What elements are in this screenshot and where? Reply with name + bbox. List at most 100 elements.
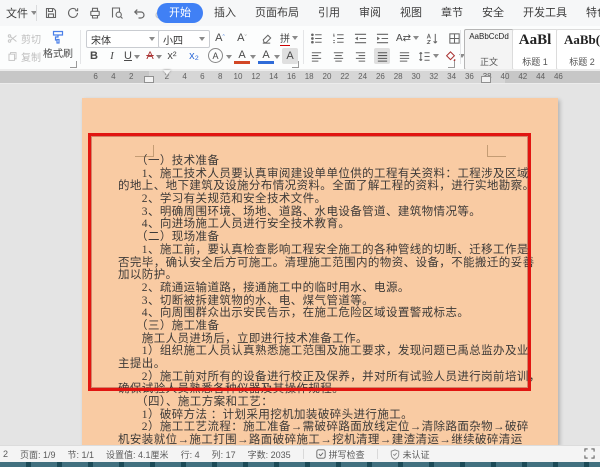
copy-button[interactable]: 复制: [7, 49, 41, 64]
chevron-down-icon[interactable]: [134, 55, 140, 59]
ruler-number: 4: [178, 72, 192, 82]
cut-button[interactable]: 剪切: [7, 31, 41, 46]
status-item: 节: 1/1: [68, 448, 95, 461]
tab-references[interactable]: 引用: [310, 3, 348, 23]
first-line-indent-marker[interactable]: [163, 70, 171, 75]
style-heading1[interactable]: AaBl 标题 1: [512, 29, 558, 70]
decrease-indent-button[interactable]: [352, 30, 368, 46]
tab-dev-tools[interactable]: 开发工具: [515, 3, 575, 23]
fullscreen-icon[interactable]: [584, 448, 595, 459]
italic-button[interactable]: I: [104, 48, 120, 64]
divider: [36, 5, 37, 21]
undo-icon[interactable]: [130, 4, 148, 22]
text-direction-button[interactable]: A⇄: [396, 30, 419, 46]
ruler-number: 40: [498, 72, 512, 82]
line-spacing-icon: [418, 50, 431, 63]
document-page[interactable]: （一）技术准备 1、施工技术人员要认真审阅建设单单位供的工程有关资料：工程涉及区…: [82, 98, 558, 445]
shrink-font-button[interactable]: Aˇ: [234, 30, 250, 46]
bullet-list-button[interactable]: [308, 30, 324, 46]
print-icon[interactable]: [86, 4, 104, 22]
bullet-list-icon: [310, 32, 323, 45]
format-painter-button[interactable]: 格式刷: [38, 29, 78, 60]
clipboard-dialog-launcher-icon[interactable]: [70, 61, 77, 68]
tab-special-features[interactable]: 特色应用: [578, 3, 600, 23]
pinyin-guide-button[interactable]: 拼: [280, 30, 298, 46]
chevron-down-icon[interactable]: [226, 55, 232, 59]
file-menu-label: 文件: [6, 5, 28, 21]
eraser-icon: [260, 32, 273, 45]
certification-status[interactable]: 未认证: [390, 448, 430, 461]
ruler-number: 6: [89, 72, 103, 82]
left-indent-marker[interactable]: [144, 76, 154, 83]
grow-font-button[interactable]: Aˆ: [212, 30, 228, 46]
chevron-down-icon: [292, 36, 298, 40]
horizontal-ruler[interactable]: 6422468101214161820222426283032343638404…: [0, 69, 600, 84]
divider: [303, 449, 304, 459]
ruler-number: 4: [106, 72, 120, 82]
scissors-icon: [7, 33, 18, 44]
font-size-select[interactable]: 小四: [158, 30, 210, 48]
chevron-down-icon[interactable]: [250, 55, 256, 59]
paragraph-dialog-launcher-icon[interactable]: [448, 61, 455, 68]
format-painter-label: 格式刷: [38, 45, 78, 60]
status-item: 页面: 1/9: [20, 448, 56, 461]
align-left-button[interactable]: [308, 48, 324, 64]
tab-security[interactable]: 安全: [474, 3, 512, 23]
export-pdf-icon[interactable]: [64, 4, 82, 22]
divider: [303, 30, 304, 64]
tab-insert[interactable]: 插入: [206, 3, 244, 23]
tab-page-layout[interactable]: 页面布局: [247, 3, 307, 23]
ruler-number: 6: [195, 72, 209, 82]
chevron-down-icon: [199, 37, 205, 41]
justify-button[interactable]: [374, 48, 390, 64]
style-label: 标题 1: [522, 55, 548, 68]
red-annotation-rectangle[interactable]: [88, 133, 531, 391]
chevron-down-icon[interactable]: [156, 55, 162, 59]
clear-format-button[interactable]: [258, 30, 274, 46]
font-family-select[interactable]: 宋体: [86, 30, 160, 48]
spellcheck-button[interactable]: 拼写检查: [316, 448, 365, 461]
subscript-button[interactable]: x₂: [186, 48, 202, 64]
certification-shield-icon: [390, 449, 400, 460]
subscript-glyph: x₂: [189, 50, 199, 62]
superscript-button[interactable]: x²: [164, 48, 180, 64]
text-effects-button[interactable]: A: [208, 48, 223, 63]
tab-home[interactable]: 开始: [157, 3, 203, 23]
spellcheck-icon: [316, 449, 326, 459]
ruler-number: 36: [462, 72, 476, 82]
superscript-glyph: x²: [167, 50, 176, 62]
certification-label: 未认证: [403, 448, 430, 461]
justify-icon: [376, 50, 389, 63]
align-right-button[interactable]: [352, 48, 368, 64]
font-dialog-launcher-icon[interactable]: [292, 61, 299, 68]
ruler-number: 10: [231, 72, 245, 82]
ruler-band: 6422468101214161820222426283032343638404…: [0, 71, 600, 83]
tab-section[interactable]: 章节: [433, 3, 471, 23]
ruler-number: 24: [356, 72, 370, 82]
status-fragment: 2: [3, 449, 8, 459]
style-heading2[interactable]: AaBb( 标题 2: [556, 29, 600, 70]
distribute-button[interactable]: [396, 48, 412, 64]
numbered-list-button[interactable]: [330, 30, 346, 46]
tab-review[interactable]: 审阅: [351, 3, 389, 23]
bold-button[interactable]: B: [86, 48, 102, 64]
document-workspace[interactable]: （一）技术准备 1、施工技术人员要认真审阅建设单单位供的工程有关资料：工程涉及区…: [0, 84, 600, 445]
increase-indent-button[interactable]: [374, 30, 390, 46]
save-icon[interactable]: [42, 4, 60, 22]
font-color-button[interactable]: A: [258, 48, 274, 64]
align-left-icon: [310, 50, 323, 63]
style-normal[interactable]: AaBbCcDd 正文: [464, 29, 514, 70]
sort-button[interactable]: [424, 30, 440, 46]
print-preview-icon[interactable]: [108, 4, 126, 22]
divider: [377, 449, 378, 459]
chevron-down-icon[interactable]: [274, 55, 280, 59]
style-label: 正文: [480, 55, 498, 68]
highlight-color-button[interactable]: A: [234, 48, 250, 64]
line-spacing-button[interactable]: [418, 48, 439, 64]
right-indent-marker[interactable]: [481, 76, 491, 83]
ruler-number: 34: [445, 72, 459, 82]
align-center-button[interactable]: [330, 48, 346, 64]
ruler-number: 30: [409, 72, 423, 82]
tab-view[interactable]: 视图: [392, 3, 430, 23]
ruler-number: 16: [284, 72, 298, 82]
